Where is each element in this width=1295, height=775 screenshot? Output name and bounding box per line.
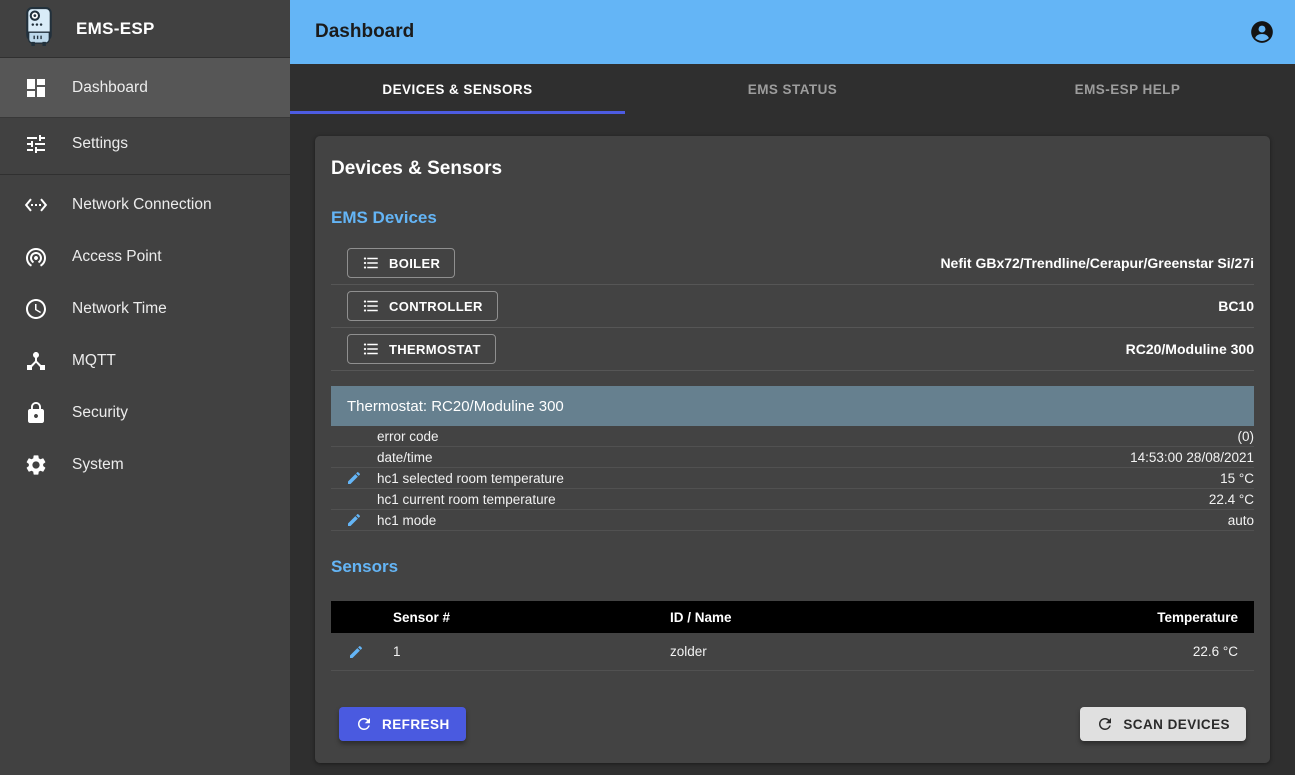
entity-value: (0)	[1238, 429, 1255, 444]
edit-pencil-icon[interactable]	[346, 512, 362, 528]
device-model: Nefit GBx72/Trendline/Cerapur/Greenstar …	[940, 255, 1254, 271]
list-icon	[362, 297, 380, 315]
sensors-heading: Sensors	[331, 557, 1254, 577]
refresh-button-label: REFRESH	[382, 717, 450, 732]
sidebar-item-label: Access Point	[72, 248, 162, 266]
entity-value: 14:53:00 28/08/2021	[1130, 450, 1254, 465]
controller-device-button[interactable]: CONTROLLER	[347, 291, 498, 321]
sidebar-item-mqtt[interactable]: MQTT	[0, 335, 290, 387]
devices-sensors-card: Devices & Sensors EMS Devices BOILER Nef…	[315, 136, 1270, 763]
entity-name: hc1 current room temperature	[377, 492, 1209, 507]
sidebar-logo-row: EMS-ESP	[0, 0, 290, 58]
sidebar-item-network-connection[interactable]: Network Connection	[0, 179, 290, 231]
sidebar-item-network-time[interactable]: Network Time	[0, 283, 290, 335]
sidebar-item-access-point[interactable]: Access Point	[0, 231, 290, 283]
hub-icon	[24, 349, 48, 373]
boiler-device-button[interactable]: BOILER	[347, 248, 455, 278]
wifi-tethering-icon	[24, 245, 48, 269]
column-header-sensor-num: Sensor #	[393, 610, 670, 625]
entity-name: hc1 selected room temperature	[377, 471, 1220, 486]
device-model: BC10	[1218, 298, 1254, 314]
main-column: Dashboard DEVICES & SENSORS EMS STATUS E…	[290, 0, 1295, 775]
device-row-thermostat: THERMOSTAT RC20/Moduline 300	[331, 328, 1254, 371]
device-model: RC20/Moduline 300	[1126, 341, 1254, 357]
lock-icon	[24, 401, 48, 425]
boiler-logo-icon	[22, 6, 56, 51]
table-row: date/time 14:53:00 28/08/2021	[331, 447, 1254, 468]
column-header-temperature: Temperature	[1064, 610, 1254, 625]
app-bar: Dashboard	[290, 0, 1295, 64]
sensor-num: 1	[393, 644, 670, 659]
app-title: EMS-ESP	[76, 19, 155, 39]
ethernet-icon	[24, 193, 48, 217]
edit-pencil-icon[interactable]	[348, 644, 364, 660]
scan-devices-button[interactable]: SCAN DEVICES	[1080, 707, 1246, 741]
action-bar: REFRESH SCAN DEVICES	[331, 681, 1254, 747]
sidebar-item-label: MQTT	[72, 352, 116, 370]
sidebar-item-dashboard[interactable]: Dashboard	[0, 58, 290, 118]
tab-ems-status[interactable]: EMS STATUS	[625, 64, 960, 114]
tab-ems-esp-help[interactable]: EMS-ESP HELP	[960, 64, 1295, 114]
device-row-controller: CONTROLLER BC10	[331, 285, 1254, 328]
entity-value: 15 °C	[1220, 471, 1254, 486]
sidebar: EMS-ESP Dashboard Settings Network Conne…	[0, 0, 290, 775]
page-title: Dashboard	[315, 21, 414, 43]
sidebar-item-label: Security	[72, 404, 128, 422]
list-icon	[362, 254, 380, 272]
sensor-temperature: 22.6 °C	[1064, 644, 1254, 659]
entity-name: error code	[377, 429, 1238, 444]
sensors-table-header: Sensor # ID / Name Temperature	[331, 601, 1254, 633]
sidebar-divider	[0, 174, 290, 175]
sidebar-item-system[interactable]: System	[0, 439, 290, 491]
edit-pencil-icon[interactable]	[346, 470, 362, 486]
sidebar-item-settings[interactable]: Settings	[0, 118, 290, 170]
sidebar-item-label: System	[72, 456, 124, 474]
device-detail-table: error code (0) date/time 14:53:00 28/08/…	[331, 426, 1254, 531]
tab-label: EMS STATUS	[748, 82, 838, 97]
thermostat-device-button[interactable]: THERMOSTAT	[347, 334, 496, 364]
scan-devices-button-label: SCAN DEVICES	[1123, 717, 1230, 732]
table-row: hc1 mode auto	[331, 510, 1254, 531]
gear-icon	[24, 453, 48, 477]
sidebar-item-label: Network Time	[72, 300, 167, 318]
sidebar-item-label: Settings	[72, 135, 128, 153]
card-title: Devices & Sensors	[331, 158, 1254, 180]
refresh-icon	[355, 715, 373, 733]
entity-name: date/time	[377, 450, 1130, 465]
column-header-id-name: ID / Name	[670, 610, 1064, 625]
account-circle-icon[interactable]	[1249, 19, 1275, 45]
entity-value: auto	[1228, 513, 1254, 528]
sensors-table: Sensor # ID / Name Temperature 1 zolder …	[331, 591, 1254, 671]
ems-device-list: BOILER Nefit GBx72/Trendline/Cerapur/Gre…	[331, 242, 1254, 371]
sidebar-item-security[interactable]: Security	[0, 387, 290, 439]
table-row: hc1 current room temperature 22.4 °C	[331, 489, 1254, 510]
refresh-button[interactable]: REFRESH	[339, 707, 466, 741]
entity-value: 22.4 °C	[1209, 492, 1254, 507]
device-detail-header: Thermostat: RC20/Moduline 300	[331, 386, 1254, 426]
tab-label: EMS-ESP HELP	[1075, 82, 1181, 97]
tab-label: DEVICES & SENSORS	[382, 82, 532, 97]
entity-name: hc1 mode	[377, 513, 1228, 528]
device-button-label: CONTROLLER	[389, 299, 483, 314]
active-tab-indicator	[290, 111, 625, 114]
ems-devices-heading: EMS Devices	[331, 208, 1254, 228]
content-area: Devices & Sensors EMS Devices BOILER Nef…	[290, 114, 1295, 775]
app-window: EMS-ESP Dashboard Settings Network Conne…	[0, 0, 1295, 775]
table-row: error code (0)	[331, 426, 1254, 447]
tab-devices-sensors[interactable]: DEVICES & SENSORS	[290, 64, 625, 114]
device-button-label: BOILER	[389, 256, 440, 271]
dashboard-icon	[24, 76, 48, 100]
device-button-label: THERMOSTAT	[389, 342, 481, 357]
sidebar-item-label: Network Connection	[72, 196, 212, 214]
sidebar-item-label: Dashboard	[72, 79, 148, 97]
refresh-icon	[1096, 715, 1114, 733]
device-row-boiler: BOILER Nefit GBx72/Trendline/Cerapur/Gre…	[331, 242, 1254, 285]
table-row: 1 zolder 22.6 °C	[331, 633, 1254, 671]
list-icon	[362, 340, 380, 358]
sensor-name: zolder	[670, 644, 1064, 659]
clock-icon	[24, 297, 48, 321]
tune-icon	[24, 132, 48, 156]
table-row: hc1 selected room temperature 15 °C	[331, 468, 1254, 489]
tab-bar: DEVICES & SENSORS EMS STATUS EMS-ESP HEL…	[290, 64, 1295, 114]
